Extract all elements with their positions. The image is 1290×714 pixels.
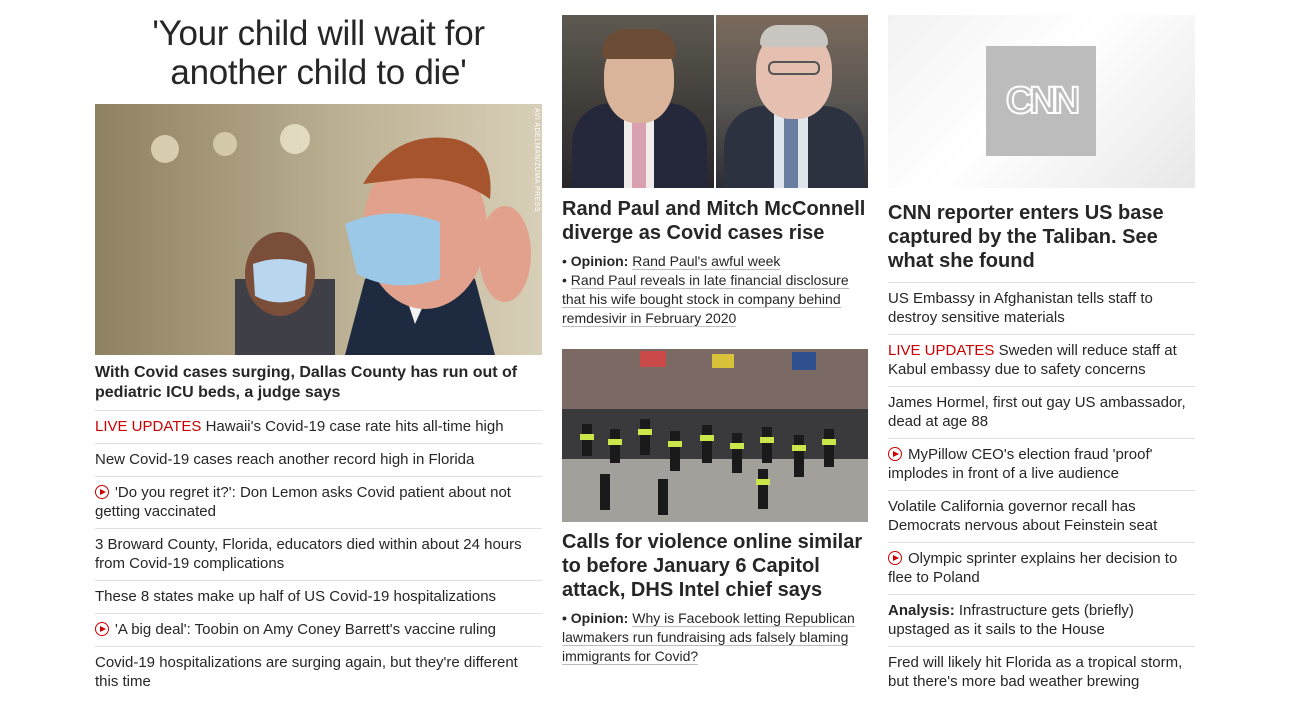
list-item-text: MyPillow CEO's election fraud 'proof' im… <box>888 446 1153 482</box>
list-item-text: 'Do you regret it?': Don Lemon asks Covi… <box>95 484 511 520</box>
list-item-text: These 8 states make up half of US Covid-… <box>95 588 497 605</box>
related-link-text: Rand Paul reveals in late financial disc… <box>562 272 849 327</box>
cnn-placeholder-image[interactable]: CNN <box>888 15 1195 188</box>
video-play-icon <box>888 447 902 461</box>
related-link[interactable]: • Opinion: Why is Facebook letting Repub… <box>562 609 868 666</box>
list-item-text: Hawaii's Covid-19 case rate hits all-tim… <box>201 418 504 435</box>
live-updates-label: LIVE UPDATES <box>95 418 202 435</box>
story-title[interactable]: Calls for violence online similar to bef… <box>562 530 868 602</box>
list-item-text: 'A big deal': Toobin on Amy Coney Barret… <box>115 621 497 638</box>
related-link[interactable]: • Opinion: Rand Paul's awful week <box>562 252 868 271</box>
cnn-logo: CNN <box>986 46 1096 156</box>
opinion-label: Opinion: <box>570 610 629 626</box>
related-link-text: Rand Paul's awful week <box>632 253 781 270</box>
list-item[interactable]: 3 Broward County, Florida, educators die… <box>95 528 542 580</box>
capitol-attack-image[interactable] <box>562 349 868 522</box>
list-item-text: 3 Broward County, Florida, educators die… <box>95 536 522 572</box>
opinion-label: Opinion: <box>570 253 629 269</box>
list-item[interactable]: 'Do you regret it?': Don Lemon asks Covi… <box>95 476 542 528</box>
list-item-text: Olympic sprinter explains her decision t… <box>888 550 1178 586</box>
list-item[interactable]: US Embassy in Afghanistan tells staff to… <box>888 282 1195 334</box>
list-item[interactable]: These 8 states make up half of US Covid-… <box>95 580 542 613</box>
list-item[interactable]: Analysis: Infrastructure gets (briefly) … <box>888 594 1195 646</box>
middle-column: Rand Paul and Mitch McConnell diverge as… <box>562 0 868 666</box>
hero-image[interactable]: AVI ADELMAN/ZUMA PRESS <box>95 104 542 355</box>
lead-story-title[interactable]: With Covid cases surging, Dallas County … <box>95 363 542 403</box>
list-item[interactable]: James Hormel, first out gay US ambassado… <box>888 386 1195 438</box>
cnn-logo-text: CNN <box>1005 79 1081 123</box>
story-title[interactable]: CNN reporter enters US base captured by … <box>888 201 1195 273</box>
main-story-column: 'Your child will wait for another child … <box>95 0 542 698</box>
video-play-icon <box>888 551 902 565</box>
list-item-text: James Hormel, first out gay US ambassado… <box>888 394 1186 430</box>
list-item[interactable]: New Covid-19 cases reach another record … <box>95 443 542 476</box>
story-title[interactable]: Rand Paul and Mitch McConnell diverge as… <box>562 197 868 245</box>
list-item[interactable]: Covid-19 hospitalizations are surging ag… <box>95 646 542 698</box>
list-item[interactable]: MyPillow CEO's election fraud 'proof' im… <box>888 438 1195 490</box>
list-item[interactable]: Volatile California governor recall has … <box>888 490 1195 542</box>
image-credit: AVI ADELMAN/ZUMA PRESS <box>533 108 540 213</box>
list-item[interactable]: LIVE UPDATES Sweden will reduce staff at… <box>888 334 1195 386</box>
main-headline[interactable]: 'Your child will wait for another child … <box>95 14 542 92</box>
live-updates-label: LIVE UPDATES <box>888 342 995 359</box>
list-item[interactable]: Fred will likely hit Florida as a tropic… <box>888 646 1195 698</box>
list-item-text: US Embassy in Afghanistan tells staff to… <box>888 290 1153 326</box>
analysis-label: Analysis: <box>888 602 955 619</box>
list-item[interactable]: LIVE UPDATES Hawaii's Covid-19 case rate… <box>95 410 542 443</box>
rand-paul-photo <box>562 15 714 188</box>
list-item[interactable]: 'A big deal': Toobin on Amy Coney Barret… <box>95 613 542 646</box>
list-item-text: New Covid-19 cases reach another record … <box>95 451 475 468</box>
list-item-text: Covid-19 hospitalizations are surging ag… <box>95 654 518 690</box>
video-play-icon <box>95 622 109 636</box>
list-item-text: Volatile California governor recall has … <box>888 498 1158 534</box>
mcconnell-photo <box>716 15 868 188</box>
list-item[interactable]: Olympic sprinter explains her decision t… <box>888 542 1195 594</box>
right-column: CNN CNN reporter enters US base captured… <box>888 0 1195 698</box>
related-link[interactable]: • Rand Paul reveals in late financial di… <box>562 271 868 328</box>
list-item-text: Fred will likely hit Florida as a tropic… <box>888 654 1183 690</box>
politicians-image[interactable] <box>562 15 868 188</box>
video-play-icon <box>95 485 109 499</box>
